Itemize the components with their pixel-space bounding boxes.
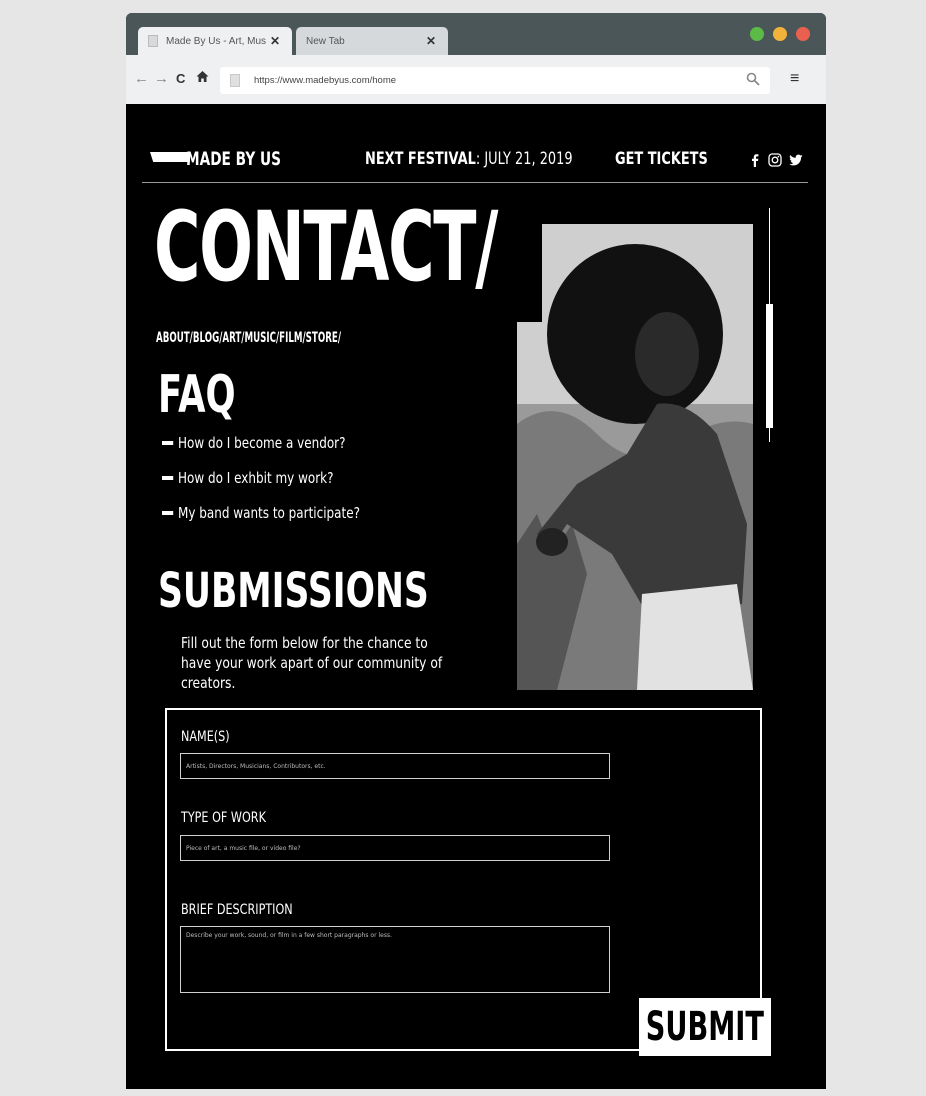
submit-button[interactable]: SUBMIT bbox=[639, 998, 771, 1056]
logo-mark bbox=[150, 152, 190, 162]
description-placeholder: Describe your work, sound, or film in a … bbox=[186, 932, 392, 939]
twitter-icon[interactable] bbox=[789, 153, 803, 167]
browser-window: Made By Us - Art, Music ✕ New Tab ✕ ← → … bbox=[126, 13, 826, 1089]
description-label: BRIEF DESCRIPTION bbox=[181, 902, 293, 918]
faq-question: How do I become a vendor? bbox=[178, 434, 346, 452]
back-arrow-icon[interactable]: ← bbox=[134, 69, 149, 89]
maximize-window-button[interactable] bbox=[750, 27, 764, 41]
faq-item-band[interactable]: My band wants to participate? bbox=[162, 504, 360, 522]
tab-new-tab[interactable]: New Tab ✕ bbox=[296, 27, 448, 55]
browser-toolbar: ← → C https://www.madebyus.com/home ≡ bbox=[126, 55, 826, 104]
hero-photo bbox=[517, 224, 753, 690]
festival-label: NEXT FESTIVAL bbox=[365, 149, 476, 169]
close-icon[interactable]: ✕ bbox=[426, 34, 436, 48]
close-window-button[interactable] bbox=[796, 27, 810, 41]
get-tickets-link[interactable]: GET TICKETS bbox=[615, 149, 708, 169]
submissions-description: Fill out the form below for the chance t… bbox=[181, 634, 443, 692]
facebook-icon[interactable] bbox=[748, 153, 762, 167]
scroll-thumb[interactable] bbox=[766, 304, 773, 428]
faq-heading: FAQ bbox=[158, 365, 236, 425]
dash-icon bbox=[162, 511, 174, 515]
instagram-icon[interactable] bbox=[768, 153, 782, 167]
submit-label: SUBMIT bbox=[645, 1004, 765, 1050]
tab-label: New Tab bbox=[306, 35, 345, 47]
close-icon[interactable]: ✕ bbox=[270, 34, 280, 48]
faq-question: How do I exhbit my work? bbox=[178, 469, 334, 487]
faq-item-vendor[interactable]: How do I become a vendor? bbox=[162, 434, 345, 452]
tab-label: Made By Us - Art, Music bbox=[166, 35, 266, 47]
faq-question: My band wants to participate? bbox=[178, 504, 360, 522]
photo-cutout bbox=[514, 222, 542, 322]
search-icon[interactable] bbox=[746, 72, 760, 86]
type-of-work-input[interactable]: Piece of art, a music file, or video fil… bbox=[180, 835, 610, 861]
name-label: NAME(S) bbox=[181, 729, 230, 745]
dash-icon bbox=[162, 476, 174, 480]
submissions-heading: SUBMISSIONS bbox=[158, 563, 429, 619]
address-bar[interactable]: https://www.madebyus.com/home bbox=[220, 67, 770, 94]
header-divider bbox=[142, 182, 808, 183]
type-placeholder: Piece of art, a music file, or video fil… bbox=[186, 845, 301, 852]
file-icon bbox=[148, 35, 158, 47]
name-placeholder: Artists, Directors, Musicians, Contribut… bbox=[186, 763, 326, 770]
faq-item-exhibit[interactable]: How do I exhbit my work? bbox=[162, 469, 333, 487]
url-text: https://www.madebyus.com/home bbox=[254, 75, 397, 86]
web-page: MADE BY US NEXT FESTIVAL: JULY 21, 2019 … bbox=[126, 104, 826, 1089]
site-logo[interactable]: MADE BY US bbox=[186, 148, 281, 170]
type-of-work-label: TYPE OF WORK bbox=[181, 810, 266, 826]
tab-made-by-us[interactable]: Made By Us - Art, Music ✕ bbox=[138, 27, 292, 55]
reload-icon[interactable]: C bbox=[176, 69, 185, 89]
menu-icon[interactable]: ≡ bbox=[790, 71, 799, 87]
tab-bar: Made By Us - Art, Music ✕ New Tab ✕ bbox=[126, 13, 826, 55]
next-festival: NEXT FESTIVAL: JULY 21, 2019 bbox=[365, 149, 573, 169]
festival-date: : JULY 21, 2019 bbox=[475, 149, 573, 169]
page-icon bbox=[230, 74, 240, 87]
forward-arrow-icon[interactable]: → bbox=[154, 69, 169, 89]
name-input[interactable]: Artists, Directors, Musicians, Contribut… bbox=[180, 753, 610, 779]
description-textarea[interactable]: Describe your work, sound, or film in a … bbox=[180, 926, 610, 993]
home-icon[interactable] bbox=[196, 69, 209, 89]
page-title: CONTACT/ bbox=[154, 191, 498, 303]
minimize-window-button[interactable] bbox=[773, 27, 787, 41]
section-nav[interactable]: ABOUT/BLOG/ART/MUSIC/FILM/STORE/ bbox=[156, 330, 341, 346]
dash-icon bbox=[162, 441, 174, 445]
